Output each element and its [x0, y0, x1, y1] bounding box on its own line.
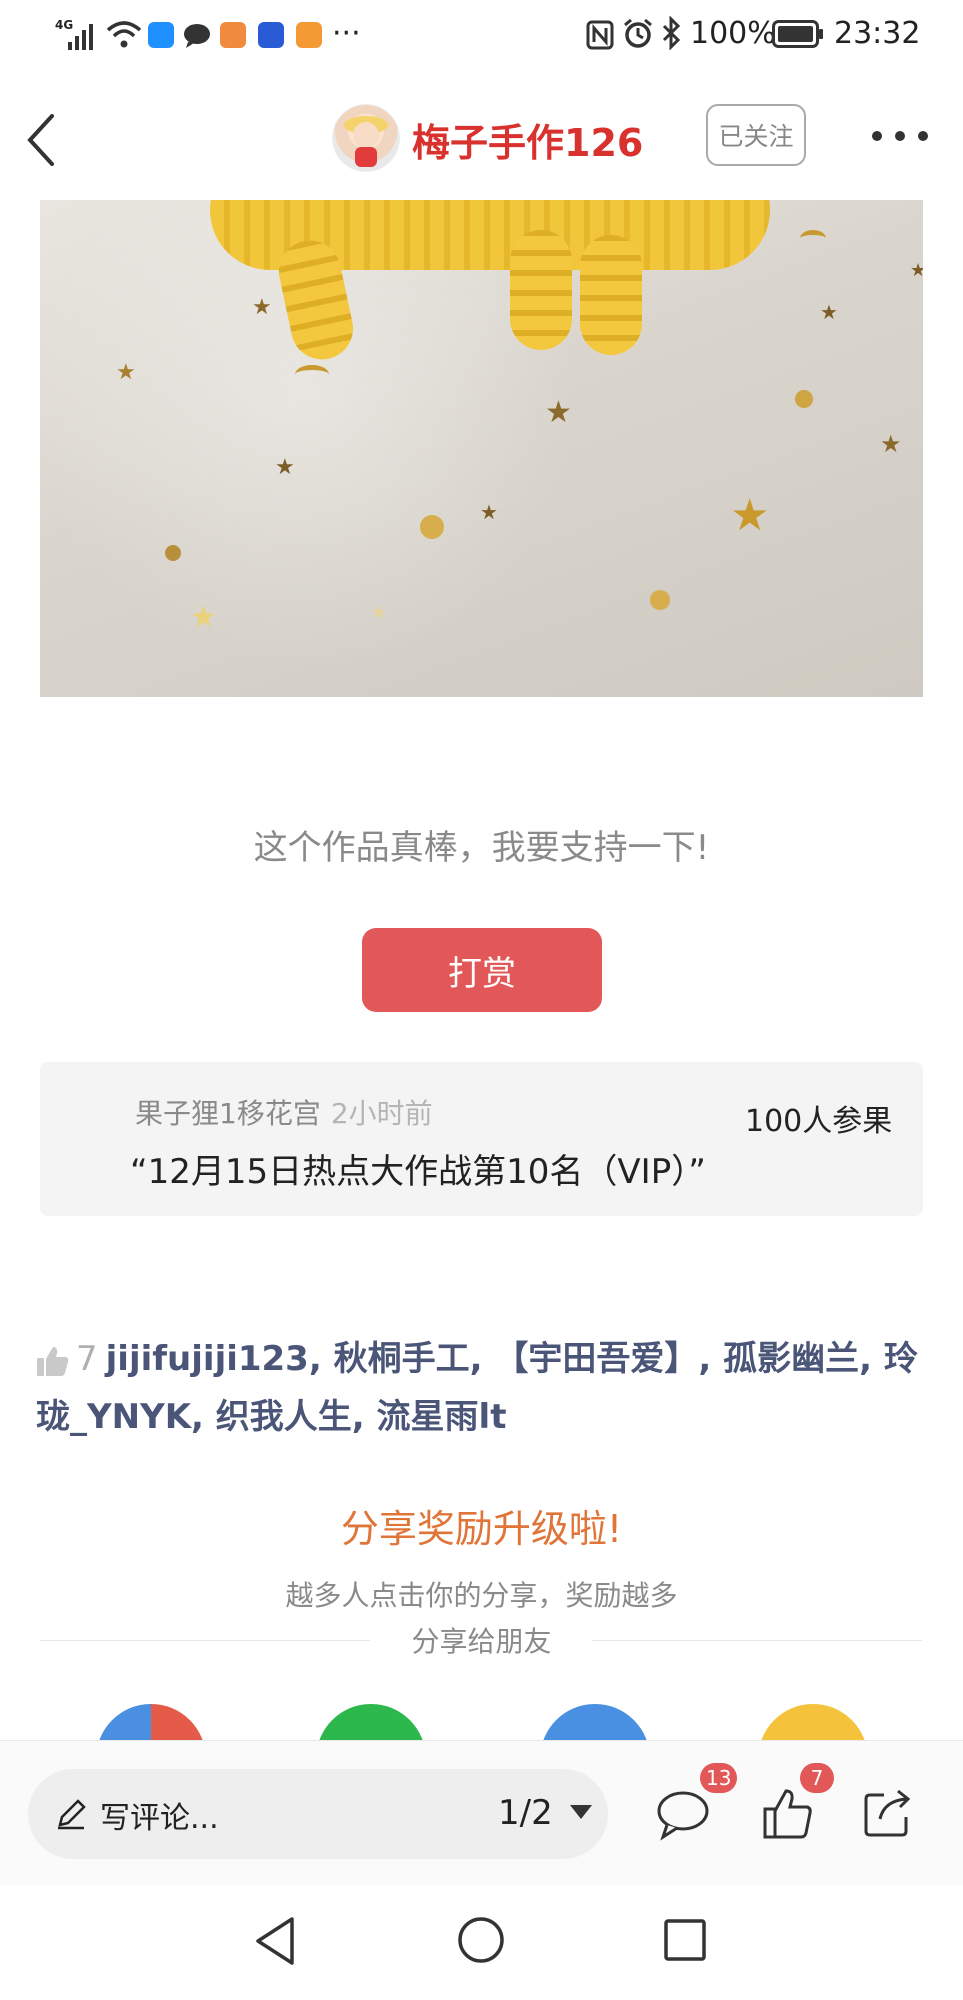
page-indicator[interactable]: 1/2	[498, 1793, 553, 1833]
share-subtitle: 越多人点击你的分享，奖励越多	[285, 1579, 678, 1612]
likes-list: 7 jijifujiji123, 秋桐手工, 【宇田吾爱】, 孤影幽兰, 玲珑_Y…	[36, 1330, 936, 1446]
chat-notification-icon	[184, 24, 210, 48]
post-photo[interactable]: ★ ★ ★ ★ ★ ★ ★ ★ ★ ★ ★	[40, 200, 923, 697]
share-title: 分享奖励升级啦!	[340, 1507, 623, 1551]
signal-icon	[68, 24, 93, 50]
reward-button[interactable]: 打赏	[362, 928, 602, 1012]
thumbs-up-icon[interactable]	[762, 1785, 814, 1841]
clock: 23:32	[834, 16, 921, 51]
app-notification-icon	[296, 22, 322, 48]
share-to-friends-label: 分享给朋友	[411, 1625, 552, 1658]
thumbs-up-icon	[37, 1346, 69, 1376]
comment-count-badge: 13	[700, 1763, 738, 1793]
back-arrow-icon[interactable]	[22, 110, 62, 170]
app-notification-icon	[258, 22, 284, 48]
comment-input[interactable]: 写评论... 1/2	[28, 1769, 608, 1859]
app-notification-icon	[220, 22, 246, 48]
battery-icon	[772, 20, 823, 48]
pencil-icon	[58, 1799, 86, 1830]
system-navigation-bar	[0, 1885, 963, 2000]
more-options-icon[interactable]	[872, 116, 928, 156]
share-icon[interactable]	[862, 1787, 914, 1839]
nav-home-icon[interactable]	[456, 1915, 506, 1965]
bottom-action-bar: 写评论... 1/2 13 7	[0, 1740, 963, 1886]
comment-placeholder: 写评论...	[100, 1801, 219, 1836]
header: 梅子手作126 已关注	[0, 70, 963, 200]
author-name[interactable]: 梅子手作126	[412, 112, 643, 167]
battery-percent: 100%	[690, 16, 776, 51]
nav-recents-icon[interactable]	[662, 1917, 708, 1963]
participants-count: 100人参果	[745, 1104, 893, 1139]
wifi-icon	[106, 21, 142, 48]
ranking-time: 2小时前	[330, 1097, 433, 1130]
chevron-down-icon[interactable]	[570, 1805, 592, 1819]
comment-icon[interactable]	[655, 1789, 711, 1841]
nfc-icon	[586, 20, 614, 50]
status-bar: 4G ··· 100% 23:32	[0, 0, 963, 70]
follow-button[interactable]: 已关注	[706, 104, 806, 166]
ranking-username: 果子狸1移花宫	[135, 1097, 321, 1130]
sequin-decorations: ★ ★ ★ ★ ★ ★ ★ ★ ★ ★ ★	[40, 200, 923, 697]
alarm-icon	[624, 18, 652, 48]
support-prompt: 这个作品真棒，我要支持一下!	[253, 828, 710, 868]
avatar[interactable]	[332, 104, 400, 172]
likes-count: 7	[76, 1339, 98, 1379]
like-count-badge: 7	[800, 1763, 834, 1793]
nav-back-icon[interactable]	[252, 1915, 300, 1967]
ranking-title: “12月15日热点大作战第10名（VIP）”	[130, 1152, 706, 1192]
ranking-card[interactable]: 果子狸1移花宫 2小时前 100人参果 “12月15日热点大作战第10名（VIP）…	[40, 1062, 923, 1216]
likes-names[interactable]: jijifujiji123, 秋桐手工, 【宇田吾爱】, 孤影幽兰, 玲珑_YN…	[36, 1339, 918, 1437]
more-notifications-icon: ···	[332, 16, 361, 51]
ranking-user: 果子狸1移花宫 2小时前	[135, 1092, 433, 1132]
app-notification-icon	[148, 22, 174, 48]
bluetooth-icon	[662, 16, 681, 50]
